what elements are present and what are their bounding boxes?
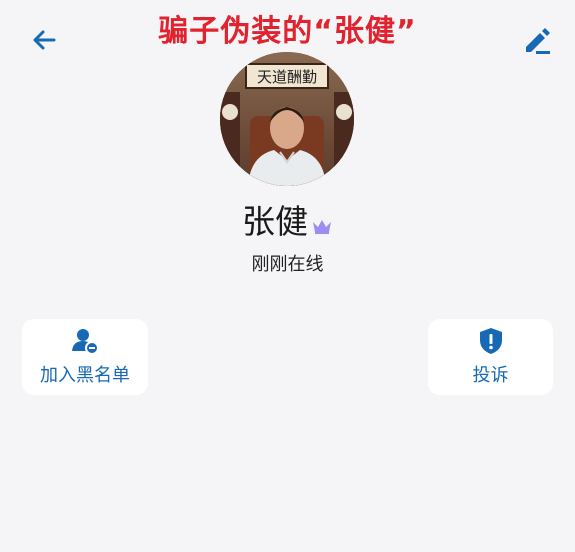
profile-screen: 骗子伪装的“张健” 天道酬勤 张健 刚刚在线 加入黑名单 投诉 bbox=[0, 0, 575, 552]
plaque-text: 天道酬勤 bbox=[257, 68, 317, 86]
caption-overlay: 骗子伪装的“张健” bbox=[158, 14, 417, 49]
user-block-icon bbox=[71, 327, 99, 355]
edit-button[interactable] bbox=[517, 20, 557, 60]
report-button[interactable]: 投诉 bbox=[428, 319, 553, 395]
report-label: 投诉 bbox=[472, 365, 509, 386]
crown-icon bbox=[313, 220, 331, 234]
avatar-photo: 天道酬勤 bbox=[220, 52, 354, 186]
profile-name: 张健 bbox=[242, 202, 308, 241]
shield-alert-icon bbox=[477, 327, 505, 355]
online-status: 刚刚在线 bbox=[251, 254, 324, 275]
name-row: 张健 bbox=[0, 200, 575, 244]
pencil-icon bbox=[526, 28, 550, 54]
add-to-blacklist-label: 加入黑名单 bbox=[40, 365, 130, 386]
avatar[interactable]: 天道酬勤 bbox=[220, 52, 354, 186]
add-to-blacklist-button[interactable]: 加入黑名单 bbox=[22, 319, 148, 395]
